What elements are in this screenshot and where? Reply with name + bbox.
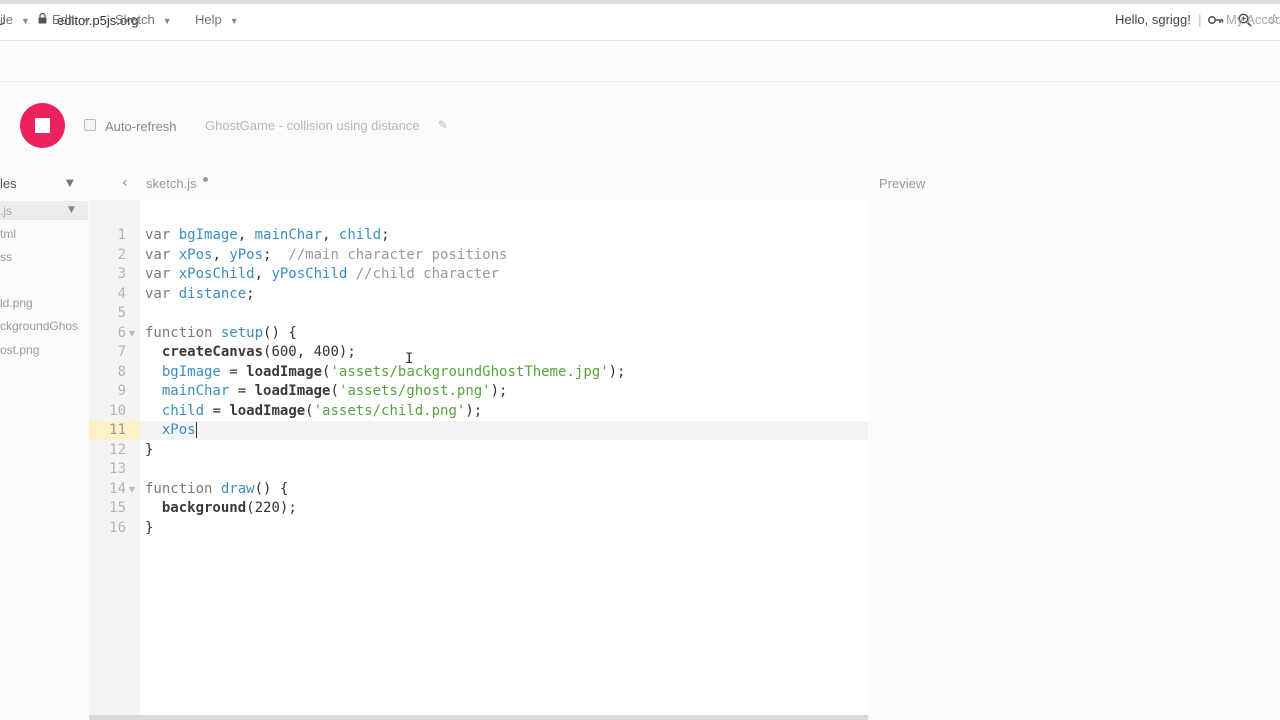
chevron-down-icon: ▼ (21, 16, 30, 26)
chevron-down-icon: ▼ (82, 16, 92, 26)
menu-separator: | (1198, 12, 1202, 27)
line-number: 15 (109, 500, 126, 516)
code-line[interactable]: xPos (145, 421, 197, 441)
code-line[interactable]: var bgImage, mainChar, child; (145, 226, 390, 246)
user-greeting: Hello, sgrigg! | (1115, 12, 1202, 27)
code-line[interactable]: createCanvas(600, 400); (145, 343, 356, 363)
file-item[interactable]: .js (0, 204, 12, 218)
browser-top-edge (0, 0, 1280, 4)
code-line[interactable]: child = loadImage('assets/child.png'); (145, 402, 482, 422)
fold-icon[interactable]: ▼ (129, 329, 135, 338)
line-number: 5 (117, 305, 126, 321)
line-number: 11 (109, 422, 126, 438)
line-number: 2 (117, 246, 126, 263)
pencil-icon[interactable]: ✎ (438, 118, 448, 132)
line-number: 7 (117, 344, 126, 360)
line-number: 6 (117, 324, 126, 341)
line-number: 8 (117, 363, 126, 380)
line-number: 12 (109, 441, 126, 458)
code-line[interactable]: var xPos, yPos; //main character positio… (145, 246, 507, 266)
file-item[interactable]: ss (0, 250, 12, 264)
greeting-text: Hello, sgrigg! (1115, 12, 1191, 27)
code-line[interactable]: function setup() { (145, 324, 297, 344)
line-number: 10 (109, 402, 126, 419)
file-item[interactable]: ckgroundGhos (0, 319, 88, 333)
file-item[interactable]: ost.png (0, 343, 39, 357)
menu-file[interactable]: ile ▼ (0, 12, 30, 27)
code-line[interactable]: mainChar = loadImage('assets/ghost.png')… (145, 382, 508, 402)
sketch-name[interactable]: GhostGame - collision using distance (205, 118, 420, 133)
mouse-ibeam-cursor: I (405, 351, 414, 367)
tab-sketch-js[interactable]: sketch.js (146, 176, 197, 191)
preview-label: Preview (879, 176, 926, 191)
horizontal-scrollbar[interactable] (89, 715, 868, 720)
menu-sketch-label: Sketch (115, 12, 155, 27)
file-item[interactable]: tml (0, 227, 16, 241)
key-icon[interactable] (1208, 14, 1224, 26)
line-number: 16 (109, 519, 126, 536)
code-line[interactable]: function draw() { (145, 480, 288, 500)
line-number: 14 (109, 480, 126, 497)
code-line[interactable]: } (145, 441, 153, 461)
menu-bar (0, 41, 1280, 82)
line-number: 3 (117, 266, 126, 282)
chevron-down-icon: ▼ (162, 16, 172, 26)
stop-icon (35, 118, 50, 133)
line-number: 13 (109, 461, 126, 477)
menu-edit[interactable]: Edit ▼ (52, 12, 91, 27)
line-number: 4 (117, 285, 126, 302)
menu-help[interactable]: Help ▼ (195, 12, 239, 27)
auto-refresh-checkbox[interactable] (84, 119, 96, 131)
text-cursor (195, 422, 197, 438)
sidebar-files-label: les (0, 176, 17, 191)
browser-address-bar (0, 0, 1280, 41)
line-number: 9 (117, 383, 126, 399)
unsaved-indicator (203, 177, 208, 182)
my-account-link[interactable]: My Accou (1226, 12, 1280, 27)
file-item[interactable]: ld.png (0, 296, 33, 310)
chevron-down-icon[interactable]: ▼ (66, 178, 74, 189)
lock-icon[interactable] (38, 13, 47, 24)
code-line[interactable]: bgImage = loadImage('assets/backgroundGh… (145, 363, 626, 383)
code-line[interactable]: var distance; (145, 285, 255, 305)
stop-button[interactable] (20, 103, 65, 148)
active-line-highlight (140, 421, 868, 440)
menu-sketch[interactable]: Sketch ▼ (115, 12, 172, 27)
menu-edit-label: Edit (52, 12, 75, 27)
menu-help-label: Help (195, 12, 222, 27)
chevron-down-icon: ▼ (229, 16, 239, 26)
code-line[interactable]: } (145, 519, 153, 539)
menu-file-label: ile (0, 12, 14, 27)
line-number: 1 (117, 227, 126, 243)
code-line[interactable]: background(220); (145, 499, 297, 519)
fold-icon[interactable]: ▼ (129, 485, 135, 494)
code-line[interactable]: var xPosChild, yPosChild //child charact… (145, 265, 499, 285)
collapse-sidebar-icon[interactable]: ‹ (122, 175, 128, 191)
auto-refresh-label[interactable]: Auto-refresh (105, 119, 177, 134)
chevron-down-icon[interactable]: ▼ (68, 205, 75, 215)
